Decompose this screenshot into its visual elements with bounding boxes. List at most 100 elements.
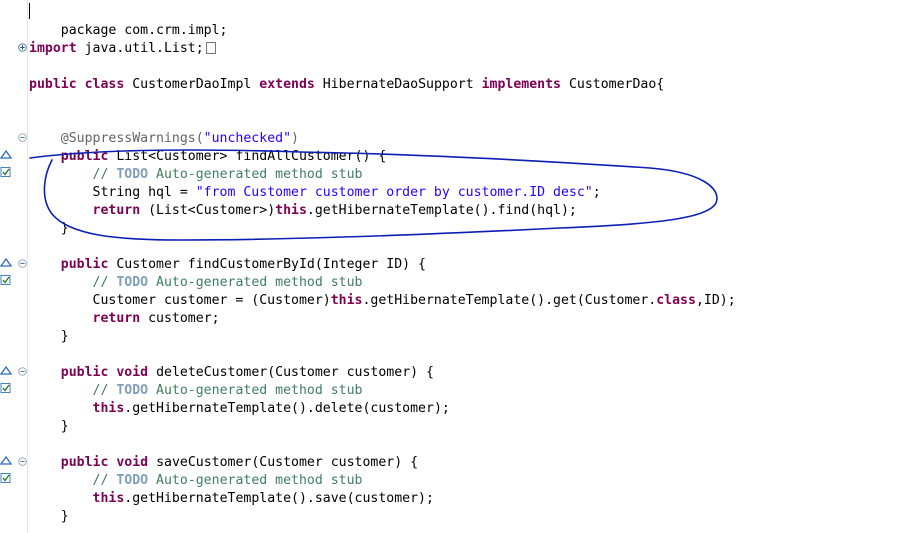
task-marker-icon[interactable] xyxy=(0,383,12,393)
code-editor[interactable]: package com.crm.impl; import java.util.L… xyxy=(0,0,914,533)
fold-collapse-icon[interactable] xyxy=(18,259,27,268)
keyword: void xyxy=(116,365,149,380)
code-line: // TODO Auto-generated method stub xyxy=(29,274,363,292)
code-line: } xyxy=(29,328,69,346)
task-marker-icon[interactable] xyxy=(0,167,12,177)
annotation: ) xyxy=(291,131,299,146)
todo-tag: TODO xyxy=(116,473,149,488)
comment: Auto-generated method stub xyxy=(148,275,363,290)
code-text: .getHibernateTemplate().find(hql); xyxy=(306,203,577,218)
keyword: import xyxy=(29,41,77,56)
code-line: return (List<Customer>)this.getHibernate… xyxy=(29,202,577,220)
method-signature: deleteCustomer(Customer customer) { xyxy=(148,365,434,380)
code-line: this.getHibernateTemplate().save(custome… xyxy=(29,490,434,508)
class-name: CustomerDaoImpl xyxy=(124,77,260,92)
todo-tag: TODO xyxy=(116,383,149,398)
code-line: public class CustomerDaoImpl extends Hib… xyxy=(29,76,664,94)
code-line: String hql = "from Customer customer ord… xyxy=(29,184,601,202)
keyword: public xyxy=(60,455,109,470)
code-line: public List<Customer> findAllCustomer() … xyxy=(29,148,387,166)
code-line: public void deleteCustomer(Customer cust… xyxy=(29,364,434,382)
keyword: this xyxy=(275,203,307,218)
code-line: Customer customer = (Customer)this.getHi… xyxy=(29,292,736,310)
string-literal: "from Customer customer order by custome… xyxy=(195,185,593,200)
keyword: public xyxy=(60,257,109,272)
code-text: .getHibernateTemplate().get(Customer. xyxy=(362,293,657,308)
code-line: package com.crm.impl; xyxy=(29,4,228,38)
keyword: class xyxy=(656,293,696,308)
keyword: return xyxy=(92,203,141,218)
keyword: public xyxy=(60,365,109,380)
code-line: return customer; xyxy=(29,310,220,328)
closing-brace: } xyxy=(29,419,69,434)
superclass-name: HibernateDaoSupport xyxy=(314,77,482,92)
keyword: this xyxy=(92,401,125,416)
override-marker-icon[interactable] xyxy=(0,365,12,375)
keyword: class xyxy=(84,77,125,92)
code-text: customer; xyxy=(140,311,220,326)
override-marker-icon[interactable] xyxy=(0,149,12,159)
comment: Auto-generated method stub xyxy=(148,383,363,398)
code-text: (List<Customer>) xyxy=(140,203,276,218)
keyword: return xyxy=(92,311,141,326)
fold-collapse-icon[interactable] xyxy=(18,457,27,466)
keyword: implements xyxy=(481,77,561,92)
code-text: .getHibernateTemplate().save(customer); xyxy=(124,491,434,506)
task-marker-icon[interactable] xyxy=(0,275,12,285)
code-line: // TODO Auto-generated method stub xyxy=(29,166,363,184)
method-signature: saveCustomer(Customer customer) { xyxy=(148,455,419,470)
code-text: Customer customer = (Customer) xyxy=(29,293,331,308)
code-line: public Customer findCustomerById(Integer… xyxy=(29,256,426,274)
code-line: import java.util.List; xyxy=(29,40,216,58)
method-signature: List<Customer> findAllCustomer() { xyxy=(108,149,387,164)
code-line: } xyxy=(29,418,69,436)
method-signature: Customer findCustomerById(Integer ID) { xyxy=(108,257,426,272)
comment: // xyxy=(29,275,117,290)
comment: Auto-generated method stub xyxy=(148,167,363,182)
annotation: @SuppressWarnings( xyxy=(29,131,204,146)
todo-tag: TODO xyxy=(116,275,149,290)
fold-collapse-icon[interactable] xyxy=(18,133,27,142)
comment: Auto-generated method stub xyxy=(148,473,363,488)
editor-gutter xyxy=(0,0,28,533)
folded-imports-icon[interactable] xyxy=(205,42,216,54)
keyword: this xyxy=(92,491,125,506)
fold-collapse-icon[interactable] xyxy=(18,367,27,376)
code-line: this.getHibernateTemplate().delete(custo… xyxy=(29,400,450,418)
code-text: .getHibernateTemplate().delete(customer)… xyxy=(124,401,450,416)
fold-expand-icon[interactable] xyxy=(18,43,27,52)
closing-brace: } xyxy=(29,221,69,236)
closing-brace: } xyxy=(29,329,69,344)
code-line: } xyxy=(29,220,69,238)
string-literal: "unchecked" xyxy=(203,131,292,146)
code-line: @SuppressWarnings("unchecked") xyxy=(29,130,299,148)
code-line: // TODO Auto-generated method stub xyxy=(29,382,363,400)
code-line: } xyxy=(29,508,69,526)
task-marker-icon[interactable] xyxy=(0,473,12,483)
keyword: void xyxy=(116,455,149,470)
code-line: public void saveCustomer(Customer custom… xyxy=(29,454,418,472)
keyword: public xyxy=(29,77,77,92)
code-text: ; xyxy=(592,185,601,200)
override-marker-icon[interactable] xyxy=(0,455,12,465)
todo-tag: TODO xyxy=(116,167,149,182)
keyword: public xyxy=(60,149,109,164)
keyword: this xyxy=(330,293,363,308)
closing-brace: } xyxy=(29,509,69,524)
code-text: String hql = xyxy=(29,185,196,200)
code-line: // TODO Auto-generated method stub xyxy=(29,472,363,490)
import-path: java.util.List; xyxy=(76,41,204,56)
comment: // xyxy=(29,383,117,398)
comment: // xyxy=(29,473,117,488)
comment: // xyxy=(29,167,117,182)
keyword: extends xyxy=(259,77,315,92)
override-marker-icon[interactable] xyxy=(0,257,12,267)
